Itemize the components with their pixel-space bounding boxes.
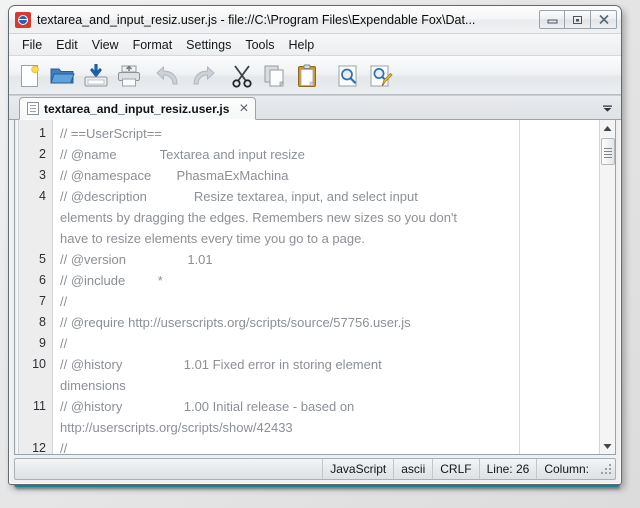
maximize-button[interactable] (565, 10, 591, 29)
status-line-ending[interactable]: CRLF (432, 459, 478, 479)
tab-textarea-and-input-resiz[interactable]: textarea_and_input_resiz.user.js × (19, 97, 257, 120)
code-editor[interactable]: 1 2 3 4 5 6 7 8 9 10 11 12 13 // ==UserS… (14, 120, 616, 455)
document-icon (27, 102, 39, 115)
line-number-wrap (19, 375, 52, 396)
code-line: // (60, 336, 68, 351)
line-number: 11 (33, 399, 46, 413)
menu-item-format[interactable]: Format (126, 35, 180, 55)
code-line: // @version 1.01 (60, 252, 213, 267)
copy-icon (263, 64, 287, 88)
code-line: // @history 1.00 Initial release - based… (60, 399, 355, 414)
open-file-button[interactable] (46, 60, 79, 92)
find-magnifier-icon (336, 64, 360, 88)
code-line: // @history 1.01 Fixed error in storing … (60, 357, 382, 372)
paste-button[interactable] (291, 60, 324, 92)
status-language[interactable]: JavaScript (322, 459, 393, 479)
code-line: // @description Resize textarea, input, … (60, 189, 418, 204)
code-line: elements by dragging the edges. Remember… (60, 210, 458, 225)
menu-bar: File Edit View Format Settings Tools Hel… (9, 34, 621, 56)
line-number-wrap (19, 417, 52, 438)
replace-button[interactable] (364, 60, 397, 92)
line-number-wrap (19, 207, 52, 228)
scroll-up-icon[interactable] (599, 120, 615, 136)
cut-button[interactable] (225, 60, 258, 92)
code-line: // @namespace PhasmaExMachina (60, 168, 289, 183)
application-window: textarea_and_input_resiz.user.js - file:… (8, 5, 622, 485)
undo-button[interactable] (152, 60, 185, 92)
menu-item-tools[interactable]: Tools (238, 35, 281, 55)
code-line: // @name Textarea and input resize (60, 147, 305, 162)
scrollbar-track[interactable] (600, 136, 616, 438)
code-line: // (60, 441, 68, 454)
tab-close-icon[interactable]: × (237, 100, 250, 117)
line-number: 1 (39, 126, 46, 140)
print-icon (116, 64, 142, 88)
minimize-button[interactable] (539, 10, 565, 29)
line-number: 10 (32, 357, 46, 371)
code-line: http://userscripts.org/scripts/show/4243… (60, 420, 293, 435)
cut-scissors-icon (230, 64, 254, 88)
code-line: have to resize elements every time you g… (60, 231, 365, 246)
scrollbar-thumb[interactable] (600, 138, 615, 165)
find-button[interactable] (331, 60, 364, 92)
print-button[interactable] (112, 60, 145, 92)
script-document-icon (15, 11, 31, 28)
code-line: // @include * (60, 273, 163, 288)
scroll-down-icon[interactable] (599, 438, 615, 454)
window-drop-shadow (16, 487, 620, 490)
code-line: // ==UserScript== (60, 126, 162, 141)
line-number: 5 (39, 252, 46, 266)
redo-button[interactable] (185, 60, 218, 92)
window-title: textarea_and_input_resiz.user.js - file:… (37, 12, 476, 27)
line-number: 8 (39, 315, 46, 329)
menu-item-edit[interactable]: Edit (49, 35, 85, 55)
line-number: 3 (39, 168, 46, 182)
save-button[interactable] (79, 60, 112, 92)
resize-grip-icon[interactable] (599, 462, 613, 476)
redo-icon (189, 64, 215, 88)
line-number: 7 (39, 294, 46, 308)
tab-label: textarea_and_input_resiz.user.js (44, 101, 230, 116)
code-line: // @require http://userscripts.org/scrip… (60, 315, 411, 330)
line-number-gutter: 1 2 3 4 5 6 7 8 9 10 11 12 13 (19, 120, 53, 454)
save-icon (83, 63, 109, 88)
line-number: 12 (32, 441, 46, 454)
replace-magnifier-pencil-icon (369, 64, 393, 88)
code-text-area[interactable]: // ==UserScript== // @name Textarea and … (53, 120, 599, 454)
chevron-down-icon[interactable] (600, 101, 614, 115)
window-controls (539, 10, 617, 29)
paste-clipboard-icon (296, 64, 320, 88)
menu-item-help[interactable]: Help (282, 35, 322, 55)
copy-button[interactable] (258, 60, 291, 92)
status-line: Line: 26 (478, 459, 537, 479)
title-bar[interactable]: textarea_and_input_resiz.user.js - file:… (9, 6, 621, 34)
menu-item-settings[interactable]: Settings (179, 35, 238, 55)
menu-item-file[interactable]: File (15, 35, 49, 55)
open-folder-icon (49, 65, 76, 87)
code-line: dimensions (60, 378, 126, 393)
undo-icon (155, 64, 182, 88)
line-number-wrap (19, 228, 52, 249)
vertical-scrollbar[interactable] (599, 120, 615, 454)
new-file-icon (19, 64, 41, 88)
tab-strip: textarea_and_input_resiz.user.js × (9, 96, 621, 120)
line-number: 6 (39, 273, 46, 287)
line-number: 2 (39, 147, 46, 161)
line-number: 4 (39, 189, 46, 203)
status-bar: JavaScript ascii CRLF Line: 26 Column: (14, 458, 616, 480)
close-button[interactable] (591, 10, 617, 29)
menu-item-view[interactable]: View (85, 35, 126, 55)
line-number: 9 (39, 336, 46, 350)
new-file-button[interactable] (13, 60, 46, 92)
status-encoding[interactable]: ascii (393, 459, 432, 479)
code-line: // (60, 294, 68, 309)
status-column: Column: (536, 459, 596, 479)
toolbar (9, 56, 621, 96)
